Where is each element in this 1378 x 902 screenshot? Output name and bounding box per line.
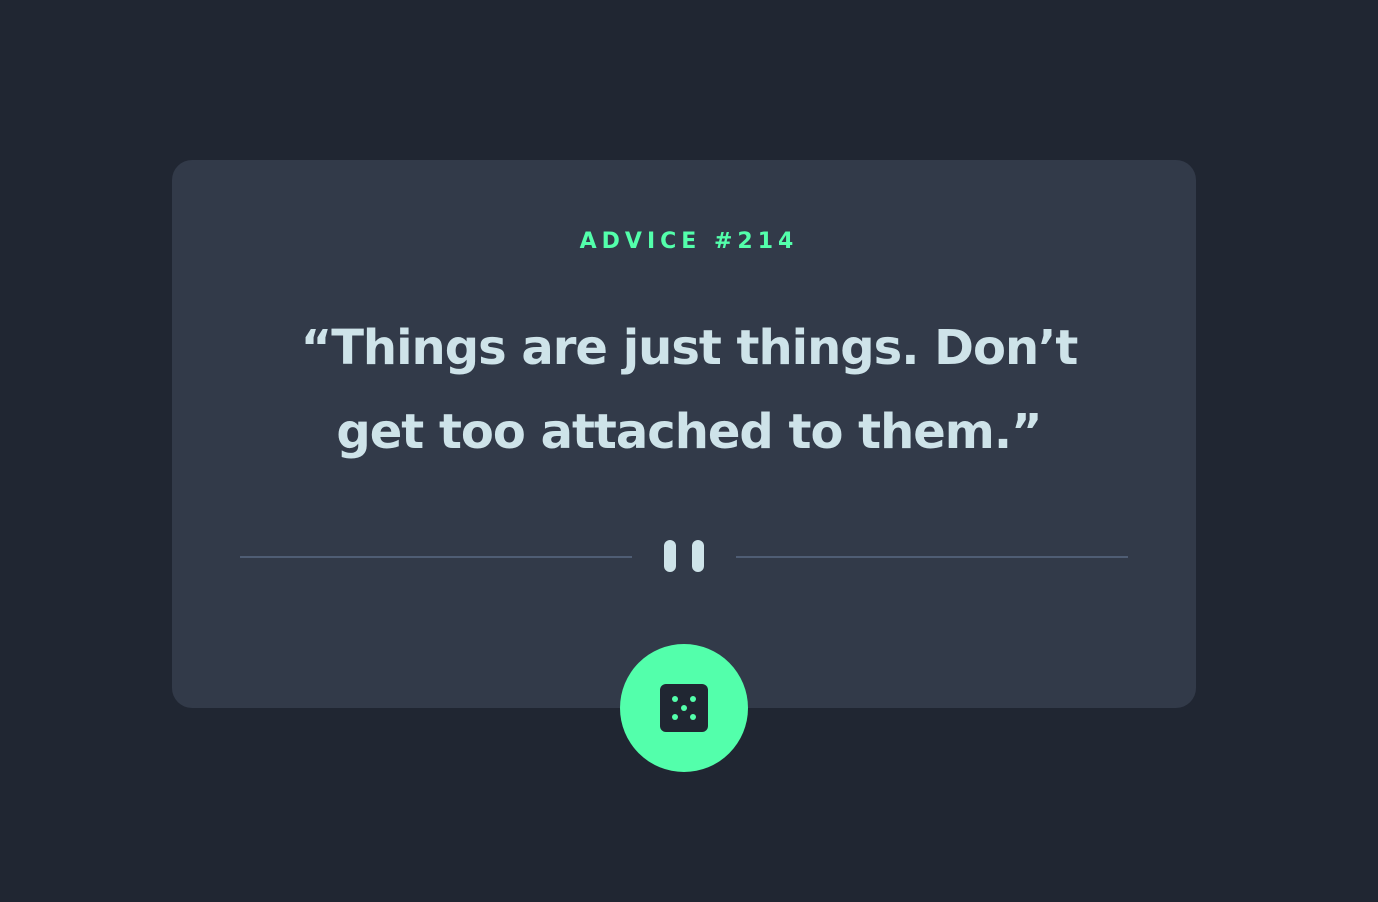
divider-line-left <box>240 556 632 558</box>
advice-number: ADVICE #214 <box>579 229 799 254</box>
advice-quote: “Things are just things. Don’t get too a… <box>300 320 1079 460</box>
dice-icon <box>660 684 708 732</box>
pause-icon <box>664 540 704 572</box>
pause-bar-right <box>692 540 704 572</box>
new-advice-button[interactable] <box>620 644 748 772</box>
pause-bar-left <box>664 540 676 572</box>
divider-line-right <box>736 556 1128 558</box>
